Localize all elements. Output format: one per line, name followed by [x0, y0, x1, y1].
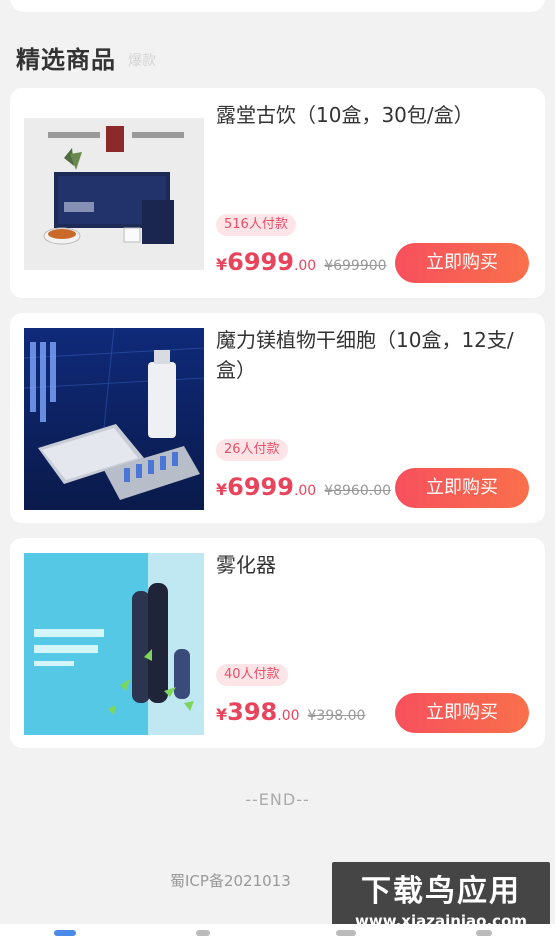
original-price: ¥699900: [324, 258, 387, 274]
section-title: 精选商品: [16, 45, 116, 74]
home-tab-icon[interactable]: [54, 930, 76, 936]
sold-count-badge: 516人付款: [216, 214, 296, 236]
bottom-tab-bar: [0, 924, 555, 939]
price-value: 6999: [227, 248, 294, 276]
price-value: 6999: [227, 473, 294, 501]
price-row: ¥ 6999 .00 ¥8960.00: [216, 473, 391, 505]
price-value: 398: [227, 698, 278, 726]
original-price: ¥8960.00: [324, 483, 392, 499]
price-symbol: ¥: [216, 705, 228, 724]
watermark-title: 下载鸟应用: [361, 874, 521, 909]
product-name[interactable]: 露堂古饮（10盒，30包/盒）: [216, 100, 526, 130]
previous-card: [10, 0, 545, 12]
section-header: 精选商品 爆款: [16, 40, 156, 74]
tea-gift-box-image[interactable]: [24, 118, 204, 270]
price-row: ¥ 398 .00 ¥398.00: [216, 698, 365, 730]
sold-count-badge: 40人付款: [216, 664, 288, 686]
buy-now-button[interactable]: 立即购买: [395, 243, 529, 283]
price-symbol: ¥: [216, 255, 228, 274]
product-card[interactable]: 雾化器 40人付款 ¥ 398 .00 ¥398.00 立即购买: [10, 538, 545, 748]
category-tab-icon[interactable]: [196, 930, 210, 936]
buy-now-button[interactable]: 立即购买: [395, 468, 529, 508]
atomizer-image[interactable]: [24, 553, 204, 735]
profile-tab-icon[interactable]: [476, 930, 492, 936]
price-cents: .00: [293, 258, 317, 274]
price-cents: .00: [293, 483, 317, 499]
section-subtitle: 爆款: [128, 53, 156, 69]
product-card[interactable]: 魔力镁植物干细胞（10盒，12支/盒） 26人付款 ¥ 6999 .00 ¥89…: [10, 313, 545, 523]
cart-tab-icon[interactable]: [336, 930, 356, 936]
icp-license-text[interactable]: 蜀ICP备2021013: [170, 870, 291, 891]
buy-now-button[interactable]: 立即购买: [395, 693, 529, 733]
price-cents: .00: [277, 708, 300, 724]
product-name[interactable]: 魔力镁植物干细胞（10盒，12支/盒）: [216, 325, 526, 385]
product-name[interactable]: 雾化器: [216, 550, 526, 580]
stem-cell-kit-image[interactable]: [24, 328, 204, 510]
price-row: ¥ 6999 .00 ¥699900: [216, 248, 387, 280]
original-price: ¥398.00: [307, 708, 366, 724]
price-symbol: ¥: [216, 480, 228, 499]
list-end-marker: --END--: [245, 790, 310, 809]
product-card[interactable]: 露堂古饮（10盒，30包/盒） 516人付款 ¥ 6999 .00 ¥69990…: [10, 88, 545, 298]
sold-count-badge: 26人付款: [216, 439, 288, 461]
